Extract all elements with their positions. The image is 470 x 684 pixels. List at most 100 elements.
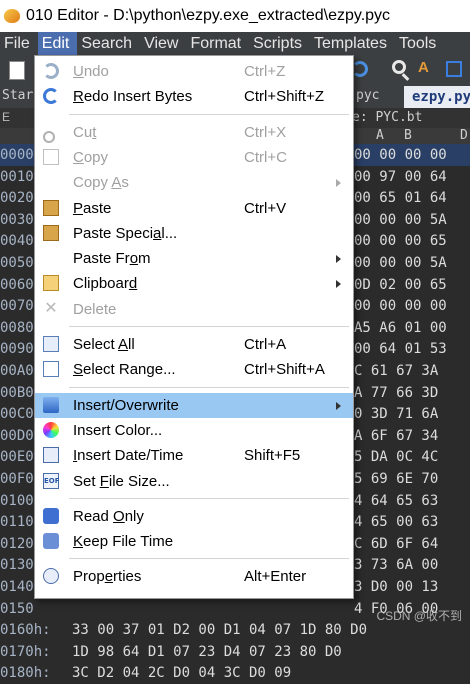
hex-bytes[interactable]: 3C D2 04 2C D0 04 3C D0 09: [72, 665, 291, 681]
hex-bytes[interactable]: 4 64 65 63: [354, 493, 438, 509]
hex-bytes[interactable]: 5 DA 0C 4C: [354, 449, 438, 465]
hex-bytes[interactable]: A5 A6 01 00: [354, 320, 447, 336]
menu-file[interactable]: File: [0, 32, 38, 55]
find-icon[interactable]: [392, 60, 406, 74]
hex-address: 0110: [0, 514, 34, 531]
refresh-icon[interactable]: [352, 61, 368, 77]
menu-item-paste-from[interactable]: Paste From: [35, 246, 353, 271]
menu-edit[interactable]: Edit: [37, 32, 78, 55]
template-bar-left: E: [2, 110, 11, 124]
tab-pyc[interactable]: pyc: [356, 88, 379, 103]
hex-bytes[interactable]: 00 64 01 53: [354, 341, 447, 357]
hex-bytes[interactable]: 00 65 01 64: [354, 190, 447, 206]
menu-item-insert-color[interactable]: Insert Color...: [35, 418, 353, 443]
submenu-arrow-icon: [336, 179, 341, 188]
menu-item-clipboard[interactable]: Clipboard: [35, 271, 353, 296]
menu-item-cut[interactable]: Cut Ctrl+X: [35, 120, 353, 145]
menu-item-shortcut: Ctrl+Shift+A: [244, 361, 325, 379]
menu-item-copy-as[interactable]: Copy As: [35, 170, 353, 195]
hex-address: 0010: [0, 168, 34, 185]
menu-format[interactable]: Format: [186, 32, 249, 55]
insert-date-icon: [43, 447, 59, 464]
menu-item-properties[interactable]: Properties Alt+Enter: [35, 564, 353, 589]
hex-address: 0160h:: [0, 622, 51, 639]
tab-start[interactable]: Star: [2, 88, 33, 103]
menu-item-label: Read Only: [73, 507, 144, 525]
menu-item-shortcut: Ctrl+C: [244, 148, 287, 166]
hex-bytes[interactable]: 0D 02 00 65: [354, 277, 447, 293]
menu-item-shortcut: Ctrl+Shift+Z: [244, 88, 325, 106]
submenu-arrow-icon: [336, 255, 341, 264]
template-label[interactable]: e: PYC.bt: [352, 110, 422, 125]
hex-bytes[interactable]: 0 3D 71 6A: [354, 406, 438, 422]
tab-ezpy-active[interactable]: ezpy.py: [404, 86, 470, 108]
menu-item-label: Insert/Overwrite: [73, 396, 179, 414]
hex-address: 00C0: [0, 406, 34, 423]
hex-bytes[interactable]: A 6F 67 34: [354, 428, 438, 444]
hex-address: 0150: [0, 600, 34, 617]
menu-item-label: Undo: [73, 63, 109, 80]
menu-item-redo-insert-bytes[interactable]: Redo Insert Bytes Ctrl+Shift+Z: [35, 84, 353, 109]
menu-item-paste[interactable]: Paste Ctrl+V: [35, 196, 353, 221]
hex-bytes[interactable]: C 61 67 3A: [354, 363, 438, 379]
hex-address: 0180h:: [0, 665, 51, 682]
menu-item-read-only[interactable]: Read Only: [35, 504, 353, 529]
hex-bytes[interactable]: A 77 66 3D: [354, 385, 438, 401]
menu-item-label: Clipboard: [73, 275, 138, 293]
keep-file-time-icon: [43, 533, 59, 550]
menu-item-label: Cut: [73, 123, 97, 141]
menu-search[interactable]: Search: [77, 32, 140, 55]
hex-address: 0030: [0, 211, 34, 228]
hex-address: 00D0: [0, 427, 34, 444]
menu-separator: [69, 558, 349, 560]
menu-item-undo[interactable]: Undo Ctrl+Z: [35, 59, 353, 84]
menu-item-label: Keep File Time: [73, 533, 174, 551]
hex-bytes[interactable]: C 6D 6F 64: [354, 536, 438, 552]
menu-templates[interactable]: Templates: [310, 32, 395, 55]
hex-bytes[interactable]: 00 00 00 5A: [354, 212, 447, 228]
menu-tools[interactable]: Tools: [395, 32, 444, 55]
hex-bytes[interactable]: 00 97 00 64: [354, 169, 447, 185]
hex-row[interactable]: 0170h: 1D 98 64 D1 07 23 D4 07 23 80 D0: [0, 641, 470, 663]
menu-item-delete[interactable]: ✕ Delete: [35, 297, 353, 322]
menu-item-set-file-size[interactable]: EOF Set File Size...: [35, 469, 353, 494]
menu-item-label: Paste Special...: [73, 224, 178, 242]
menu-item-select-range[interactable]: Select Range... Ctrl+Shift+A: [35, 357, 353, 382]
menu-item-label: Set File Size...: [73, 472, 170, 490]
menu-item-label: Paste From: [73, 250, 151, 268]
menu-separator: [69, 386, 349, 388]
menu-item-insert-date-time[interactable]: Insert Date/Time Shift+F5: [35, 443, 353, 468]
hex-bytes[interactable]: 33 00 37 01 D2 00 D1 04 07 1D 80 D0: [72, 622, 367, 638]
hex-address: 0040: [0, 233, 34, 250]
menu-bar: File Edit Search View Format Scripts Tem…: [0, 32, 470, 55]
menu-item-label: Select All: [73, 336, 135, 353]
new-file-icon[interactable]: [9, 61, 25, 80]
hex-bytes[interactable]: 3 73 6A 00: [354, 557, 438, 573]
menu-item-shortcut: Alt+Enter: [244, 568, 307, 586]
menu-item-keep-file-time[interactable]: Keep File Time: [35, 529, 353, 554]
menu-item-insert-overwrite[interactable]: Insert/Overwrite: [35, 392, 353, 418]
menu-item-paste-special[interactable]: Paste Special...: [35, 221, 353, 246]
hex-bytes[interactable]: 1D 98 64 D1 07 23 D4 07 23 80 D0: [72, 644, 342, 660]
hex-address: 0130: [0, 557, 34, 574]
grid-icon[interactable]: [446, 61, 462, 77]
menu-scripts[interactable]: Scripts: [249, 32, 310, 55]
hex-bytes[interactable]: 5 69 6E 70: [354, 471, 438, 487]
menu-item-shortcut: Ctrl+V: [244, 199, 287, 217]
hex-bytes[interactable]: 4 65 00 63: [354, 514, 438, 530]
menu-item-copy[interactable]: Copy Ctrl+C: [35, 145, 353, 170]
paste-icon: [43, 199, 59, 216]
set-file-size-icon: EOF: [43, 472, 60, 489]
menu-item-select-all[interactable]: Select All Ctrl+A: [35, 332, 353, 357]
replace-icon[interactable]: A: [418, 59, 429, 76]
hex-address: 0100: [0, 492, 34, 509]
hex-col-b: B: [404, 128, 412, 143]
menu-view[interactable]: View: [140, 32, 186, 55]
hex-bytes[interactable]: 00 00 00 00: [354, 147, 447, 163]
menu-item-shortcut: Ctrl+Z: [244, 63, 286, 80]
hex-bytes[interactable]: 00 00 00 00: [354, 298, 447, 314]
hex-bytes[interactable]: 3 D0 00 13: [354, 579, 438, 595]
hex-bytes[interactable]: 00 00 00 5A: [354, 255, 447, 271]
hex-bytes[interactable]: 00 00 00 65: [354, 233, 447, 249]
hex-row[interactable]: 0180h: 3C D2 04 2C D0 04 3C D0 09: [0, 662, 470, 684]
